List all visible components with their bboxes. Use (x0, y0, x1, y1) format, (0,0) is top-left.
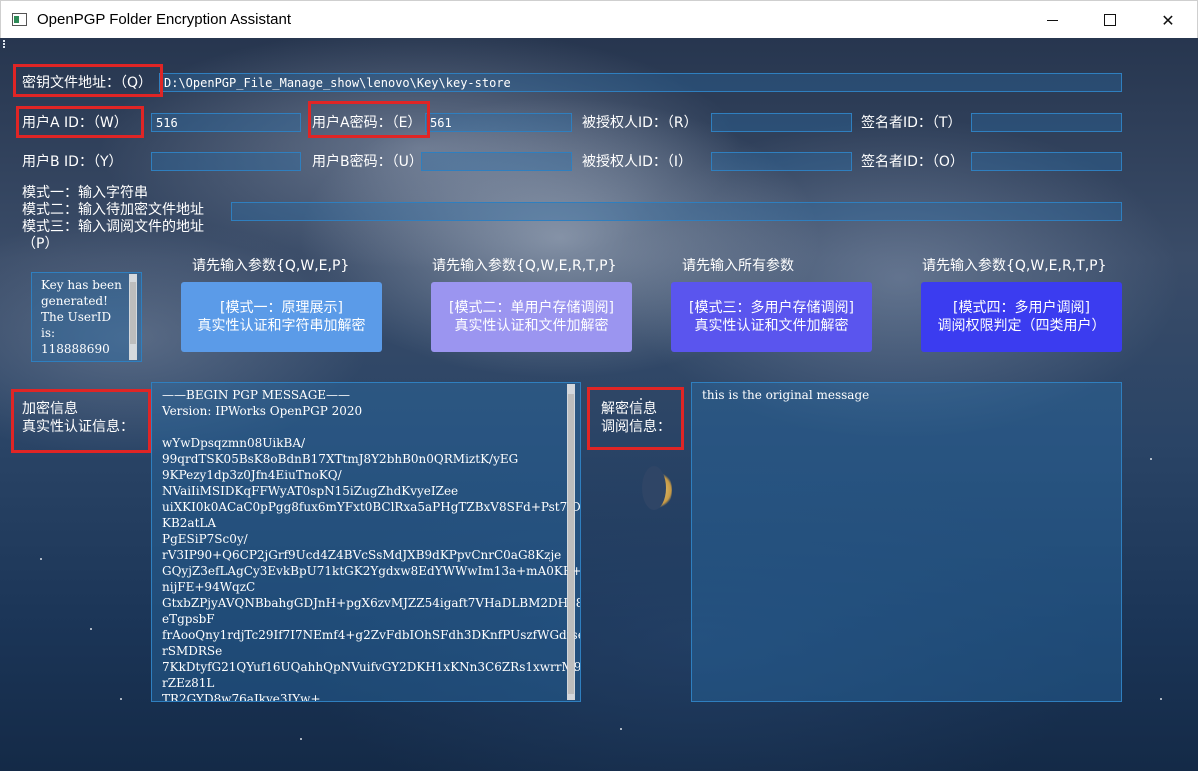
user-b-signer-label: 签名者ID：（O） (861, 154, 964, 170)
mode-four-subtitle: 调阅权限判定（四类用户） (937, 318, 1106, 334)
mode-one-label: 模式一：输入字符串 (22, 185, 148, 201)
scroll-thumb[interactable] (130, 282, 136, 344)
mode-four-title: [模式四：多用户调阅] (953, 300, 1090, 316)
mode-four-hint: 请先输入参数{Q,W,E,R,T,P} (922, 258, 1107, 274)
user-a-signer-input[interactable] (971, 113, 1122, 132)
mode-two-label: 模式二：输入待加密文件地址 (22, 202, 204, 218)
user-b-signer-input[interactable] (971, 152, 1122, 171)
close-icon: ✕ (1161, 10, 1175, 30)
user-b-id-label: 用户B ID：（Y） (22, 154, 123, 170)
status-log[interactable]: Key has been generated! The UserID is: 1… (31, 272, 142, 362)
user-b-grantee-input[interactable] (711, 152, 852, 171)
app-icon (12, 13, 27, 26)
mode-param-label: （P） (22, 236, 59, 252)
highlight-box (13, 64, 163, 97)
highlight-box (16, 106, 144, 138)
user-b-grantee-label: 被授权人ID：（I） (582, 154, 693, 170)
menu-grip-icon[interactable] (3, 40, 7, 48)
mode-three-label: 模式三：输入调阅文件的地址 (22, 219, 204, 235)
star (1160, 698, 1162, 700)
mode-three-hint: 请先输入所有参数 (682, 258, 794, 274)
status-log-scrollbar[interactable] (129, 274, 137, 360)
maximize-icon (1104, 14, 1116, 26)
encrypt-output[interactable]: ——BEGIN PGP MESSAGE—— Version: IPWorks O… (151, 382, 581, 702)
user-a-grantee-label: 被授权人ID：（R） (582, 115, 698, 131)
minimize-icon (1046, 19, 1058, 21)
window-title: OpenPGP Folder Encryption Assistant (37, 11, 292, 28)
mode-input[interactable] (231, 202, 1122, 221)
highlight-box (587, 387, 684, 450)
mode-one-title: [模式一：原理展示] (220, 300, 343, 316)
star (620, 728, 622, 730)
mode-one-hint: 请先输入参数{Q,W,E,P} (192, 258, 350, 274)
highlight-box (308, 101, 430, 138)
mode-one-button[interactable]: [模式一：原理展示] 真实性认证和字符串加解密 (181, 282, 382, 352)
mode-three-button[interactable]: [模式三：多用户存储调阅] 真实性认证和文件加解密 (671, 282, 872, 352)
mode-one-subtitle: 真实性认证和字符串加解密 (197, 318, 366, 334)
mode-four-button[interactable]: [模式四：多用户调阅] 调阅权限判定（四类用户） (921, 282, 1122, 352)
title-bar: OpenPGP Folder Encryption Assistant ✕ (0, 0, 1198, 38)
encrypt-scrollbar[interactable] (567, 384, 575, 700)
user-a-signer-label: 签名者ID：（T） (861, 115, 962, 131)
star (1150, 458, 1152, 460)
mode-two-title: [模式二：单用户存储调阅] (449, 300, 614, 316)
close-button[interactable]: ✕ (1139, 1, 1197, 39)
user-b-password-input[interactable] (421, 152, 572, 171)
mode-three-title: [模式三：多用户存储调阅] (689, 300, 854, 316)
decrypt-output[interactable]: this is the original message (691, 382, 1122, 702)
key-file-input[interactable] (159, 73, 1122, 92)
scroll-thumb[interactable] (568, 394, 574, 694)
mode-two-button[interactable]: [模式二：单用户存储调阅] 真实性认证和文件加解密 (431, 282, 632, 352)
user-b-id-input[interactable] (151, 152, 301, 171)
star (300, 738, 302, 740)
moon-shadow (642, 466, 666, 510)
user-a-id-input[interactable] (151, 113, 301, 132)
minimize-button[interactable] (1023, 1, 1081, 39)
mode-two-hint: 请先输入参数{Q,W,E,R,T,P} (432, 258, 617, 274)
mode-three-subtitle: 真实性认证和文件加解密 (694, 318, 849, 334)
user-a-password-input[interactable] (425, 113, 572, 132)
user-b-password-label: 用户B密码：（U） (312, 154, 423, 170)
main-panel: 密钥文件地址：（Q） 用户A ID：（W） 用户A密码：（E） 被授权人ID：（… (0, 38, 1198, 771)
user-a-grantee-input[interactable] (711, 113, 852, 132)
maximize-button[interactable] (1081, 1, 1139, 39)
highlight-box (11, 389, 151, 453)
mode-two-subtitle: 真实性认证和文件加解密 (454, 318, 609, 334)
star (120, 698, 122, 700)
star (40, 558, 42, 560)
star (90, 628, 92, 630)
